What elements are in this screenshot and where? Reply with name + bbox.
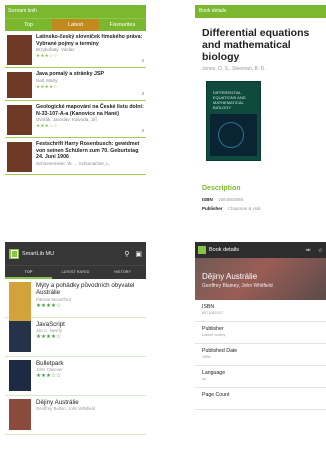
app-logo-icon <box>9 248 19 259</box>
action-bar: Book details ⚮ ☆ <box>195 242 326 258</box>
book-title: JavaScript <box>36 321 65 328</box>
book-hero-banner: Dějiny Austrálie Geoffrey Blainey, John … <box>195 258 326 300</box>
book-cover-image: DIFFERENTIAL EQUATIONS AND MATHEMATICAL … <box>206 81 261 161</box>
list-item[interactable]: Bulletpark John Cheever ★★★☆☆ <box>5 357 146 396</box>
book-author: Geoffrey Bolton, John Whitfield <box>36 406 96 412</box>
screen-latest-books: Seznam knih Top Latest Favourites Latins… <box>5 5 146 217</box>
field-value: Lidové noviny <box>202 333 226 337</box>
rating-count: 3 <box>141 128 144 133</box>
field-label: Language <box>202 370 226 376</box>
list-item[interactable]: Dějiny Austrálie Geoffrey Bolton, John W… <box>5 396 146 435</box>
field-label: Page Count <box>202 392 230 398</box>
field-published-date: Published Date 1998 <box>195 344 326 366</box>
book-title: Java pomalý a stránky JSP <box>36 71 105 77</box>
field-label: Published Date <box>202 348 238 354</box>
rating-stars: ★★★★☆ <box>36 334 62 341</box>
favorite-star-icon[interactable]: ☆ <box>318 247 323 254</box>
rating-count: 4 <box>141 58 144 63</box>
rating-stars: ★★★★☆ <box>36 83 58 89</box>
rating-stars: ★★★☆☆ <box>36 123 58 129</box>
field-isbn: ISBN 8071062327 <box>195 300 326 322</box>
list-item[interactable]: Festschrift Harry Rosenbusch: gewidmet v… <box>5 138 146 175</box>
screen-smartlib-top: SmartLib MU ⚲ ▣ TOP LATEST RATED HISTORY… <box>5 242 146 452</box>
list-item[interactable]: Latinsko-český slovníček římského práva:… <box>5 31 146 68</box>
publisher-row: Publisher Chapman & Hall <box>202 206 261 211</box>
book-authors: Jones, D. S., Sleeman, B. D. <box>202 66 266 72</box>
publisher-label: Publisher <box>202 206 223 211</box>
tab-latest[interactable]: Latest <box>52 19 99 31</box>
field-value: 8071062327 <box>202 311 224 315</box>
tab-favourites[interactable]: Favourites <box>99 19 146 31</box>
action-bar: SmartLib MU ⚲ ▣ <box>5 242 146 265</box>
app-title-bar: Seznam knih <box>5 5 146 18</box>
cover-art <box>210 114 257 156</box>
publisher-value: Chapman & Hall <box>227 206 261 211</box>
field-value: 1998 <box>202 355 211 359</box>
book-title: Latinsko-český slovníček římského práva:… <box>36 34 143 47</box>
screen-book-details-new: Book details ⚮ ☆ Dějiny Austrálie Geoffr… <box>195 242 326 452</box>
rating-count: 3 <box>141 91 144 96</box>
book-cover-thumbnail <box>9 321 31 352</box>
screen-book-details-old: Book details Differential equations and … <box>195 5 326 217</box>
book-title: Festschrift Harry Rosenbusch: gewidmet v… <box>36 141 140 161</box>
cover-title: DIFFERENTIAL EQUATIONS AND MATHEMATICAL … <box>213 90 246 110</box>
app-title: Book details <box>199 8 227 14</box>
list-item[interactable]: Mýty a pohádky původních obyvatel Austrá… <box>5 279 146 328</box>
app-name: SmartLib MU <box>22 250 55 257</box>
field-language: Language cs <box>195 366 326 388</box>
book-title: Mýty a pohádky původních obyvatel Austrá… <box>36 282 135 297</box>
isbn-label: ISBN <box>202 197 213 202</box>
book-cover-thumbnail <box>7 105 32 135</box>
app-title: Seznam knih <box>8 8 37 14</box>
rating-stars: ★★★★☆ <box>36 302 62 309</box>
book-authors: Geoffrey Blainey, John Whitfield <box>202 283 273 289</box>
field-label: Publisher <box>202 326 224 332</box>
app-logo-icon <box>198 246 206 254</box>
book-author: Schoenemeier, W. ... Schumacher, L. <box>36 160 111 166</box>
search-icon[interactable]: ⚲ <box>124 250 129 258</box>
tab-latest-rated[interactable]: LATEST RATED <box>52 266 99 279</box>
field-publisher: Publisher Lidové noviny <box>195 322 326 344</box>
tab-bar: TOP LATEST RATED HISTORY <box>5 265 146 279</box>
book-cover-thumbnail <box>7 72 32 98</box>
app-title-bar: Book details <box>195 5 326 18</box>
field-page-count: Page Count <box>195 388 326 410</box>
app-title: Book details <box>209 247 239 253</box>
book-cover-thumbnail <box>7 35 32 65</box>
rating-stars: ★★★☆☆ <box>36 373 62 380</box>
field-value: cs <box>202 377 206 381</box>
tab-bar: Top Latest Favourites <box>5 18 146 31</box>
book-cover-thumbnail <box>9 360 31 391</box>
book-title: Bulletpark <box>36 360 64 367</box>
isbn-value: 1584883588 <box>218 197 244 202</box>
list-item[interactable]: Java pomalý a stránky JSP Hall, Marty ★★… <box>5 68 146 101</box>
book-title: Geologické mapování na České listu dolní… <box>36 104 144 117</box>
share-icon[interactable]: ⚮ <box>306 247 311 254</box>
isbn-row: ISBN 1584883588 <box>202 197 243 202</box>
book-cover-thumbnail <box>9 399 31 430</box>
list-item[interactable]: JavaScript Jan C. Nevrlý ★★★★☆ <box>5 318 146 357</box>
book-title: Dějiny Austrálie <box>202 272 258 281</box>
book-title: Differential equations and mathematical … <box>202 27 310 63</box>
field-label: ISBN <box>202 304 215 310</box>
book-title: Dějiny Austrálie <box>36 399 79 406</box>
tab-top[interactable]: Top <box>5 19 52 31</box>
list-item[interactable]: Geologické mapování na České listu dolní… <box>5 101 146 138</box>
camera-icon[interactable]: ▣ <box>135 250 142 258</box>
description-heading: Description <box>202 185 241 192</box>
tab-top[interactable]: TOP <box>5 266 52 279</box>
tab-history[interactable]: HISTORY <box>99 266 146 279</box>
book-cover-thumbnail <box>7 142 32 172</box>
rating-stars: ★★★☆☆ <box>36 53 58 59</box>
